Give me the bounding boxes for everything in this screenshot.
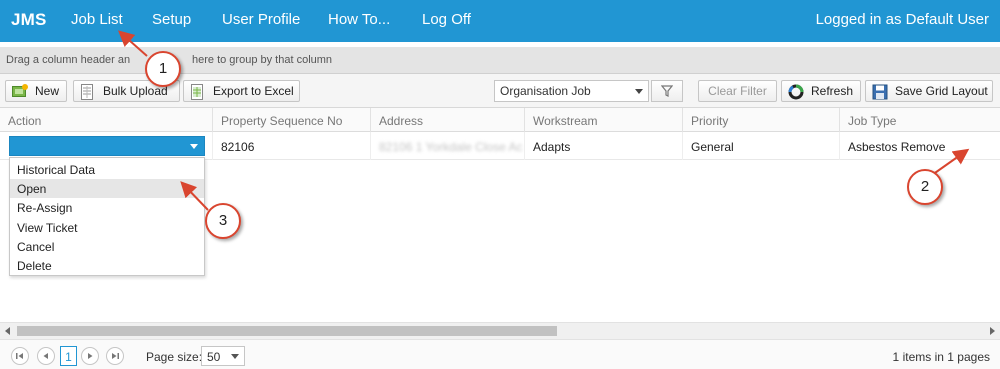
first-page-icon — [16, 353, 23, 359]
column-header-priority[interactable]: Priority — [682, 108, 839, 132]
logged-in-text: Logged in as Default User — [815, 11, 989, 28]
save-grid-layout-button[interactable]: Save Grid Layout — [865, 80, 993, 102]
nav-how-to[interactable]: How To... — [328, 11, 390, 28]
first-page-button[interactable] — [11, 347, 29, 365]
chevron-down-icon — [635, 89, 643, 94]
cell-property-sequence-no: 82106 — [212, 132, 370, 160]
menu-item-view-ticket[interactable]: View Ticket — [10, 218, 204, 237]
pager: 1 Page size: 50 1 items in 1 pages — [0, 339, 1000, 369]
prev-page-icon — [43, 353, 48, 359]
menu-item-re-assign[interactable]: Re-Assign — [10, 198, 204, 217]
column-header-job-type[interactable]: Job Type — [839, 108, 1000, 132]
column-header-workstream[interactable]: Workstream — [524, 108, 682, 132]
chevron-down-icon — [190, 144, 198, 149]
scroll-left-icon[interactable] — [5, 327, 10, 335]
column-header-property-sequence-no[interactable]: Property Sequence No — [212, 108, 370, 132]
cell-workstream: Adapts — [524, 132, 682, 160]
filter-button[interactable] — [651, 80, 683, 102]
page-size-label: Page size: — [146, 350, 203, 364]
scroll-right-icon[interactable] — [990, 327, 995, 335]
page-size-select[interactable]: 50 — [201, 346, 245, 366]
brand-logo[interactable]: JMS — [11, 10, 47, 30]
menu-item-open[interactable]: Open — [10, 179, 204, 198]
grid-header: Action Property Sequence No Address Work… — [0, 108, 1000, 132]
horizontal-scrollbar[interactable] — [0, 322, 1000, 339]
filter-icon — [661, 85, 673, 97]
next-page-button[interactable] — [81, 347, 99, 365]
callout-1: 1 — [145, 51, 181, 87]
next-page-icon — [88, 353, 93, 359]
export-excel-button[interactable]: Export to Excel — [183, 80, 300, 102]
last-page-icon — [112, 353, 119, 359]
spreadsheet-icon — [80, 84, 96, 100]
new-button[interactable]: New — [5, 80, 67, 102]
page-info: 1 items in 1 pages — [892, 350, 990, 364]
nav-job-list[interactable]: Job List — [71, 11, 123, 28]
scrollbar-thumb[interactable] — [17, 326, 557, 336]
menu-item-delete[interactable]: Delete — [10, 256, 204, 275]
group-panel-hint: Drag a column header an here to group by … — [6, 54, 333, 66]
cell-job-type: Asbestos Remove — [839, 132, 1000, 160]
callout-2: 2 — [907, 169, 943, 205]
prev-page-button[interactable] — [37, 347, 55, 365]
cell-address: 82106 1 Yorkdale Close Ac — [370, 132, 524, 160]
chevron-down-icon — [231, 354, 239, 359]
menu-item-historical-data[interactable]: Historical Data — [10, 160, 204, 179]
cell-priority: General — [682, 132, 839, 160]
action-dropdown-menu: Historical Data Open Re-Assign View Tick… — [9, 157, 205, 276]
last-page-button[interactable] — [106, 347, 124, 365]
menu-item-cancel[interactable]: Cancel — [10, 237, 204, 256]
nav-setup[interactable]: Setup — [152, 11, 191, 28]
column-header-address[interactable]: Address — [370, 108, 524, 132]
nav-log-off[interactable]: Log Off — [422, 11, 471, 28]
refresh-button[interactable]: Refresh — [781, 80, 861, 102]
refresh-icon — [788, 84, 804, 100]
new-icon — [12, 84, 28, 98]
save-icon — [872, 84, 888, 100]
action-select[interactable] — [9, 136, 205, 156]
nav-user-profile[interactable]: User Profile — [222, 11, 300, 28]
top-nav: JMS Job List Setup User Profile How To..… — [0, 0, 1000, 42]
current-page[interactable]: 1 — [60, 346, 77, 366]
callout-3: 3 — [205, 203, 241, 239]
excel-icon — [190, 84, 206, 100]
clear-filter-button[interactable]: Clear Filter — [698, 80, 777, 102]
view-select[interactable]: Organisation Job — [494, 80, 649, 102]
column-header-action[interactable]: Action — [0, 108, 212, 132]
